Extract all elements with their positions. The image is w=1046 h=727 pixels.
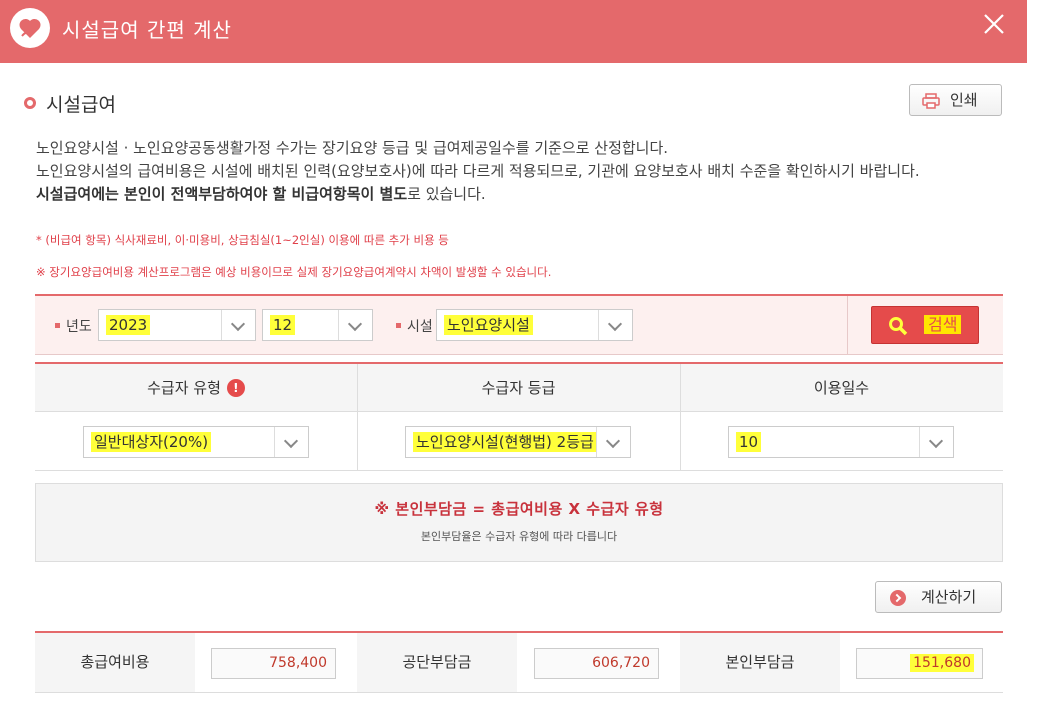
month-select[interactable]: 12	[262, 309, 373, 341]
note-disclaimer: ※ 장기요양급여비용 계산프로그램은 예상 비용이므로 실제 장기요양급여계약시…	[36, 265, 552, 279]
header-recipient-type: 수급자 유형!	[35, 364, 357, 412]
chevron-down-icon	[596, 427, 630, 457]
print-button[interactable]: 인쇄	[909, 84, 1002, 116]
public-value: 606,720	[534, 648, 659, 679]
facility-value: 노인요양시설	[444, 315, 533, 335]
total-label: 총급여비용	[35, 633, 195, 692]
window-title: 시설급여 간편 계산	[62, 18, 232, 42]
divider	[680, 364, 681, 412]
header-days: 이용일수	[813, 379, 870, 397]
chevron-down-icon	[338, 310, 372, 340]
search-button-label: 검색	[924, 315, 962, 334]
chevron-down-icon	[221, 310, 255, 340]
calculate-label: 계산하기	[921, 588, 977, 606]
print-label: 인쇄	[950, 91, 978, 109]
description-line: 노인요양시설 · 노인요양공동생활가정 수가는 장기요양 등급 및 급여제공일수…	[36, 139, 669, 157]
description-line: 노인요양시설의 급여비용은 시설에 배치된 인력(요양보호사)에 따라 다르게 …	[36, 162, 920, 180]
formula-subtext: 본인부담율은 수급자 유형에 따라 다릅니다	[420, 530, 618, 543]
search-button[interactable]: 검색	[871, 306, 979, 344]
bullet-icon	[24, 97, 36, 109]
days-value: 10	[736, 432, 762, 452]
header-text: 수급자 유형	[147, 379, 221, 397]
result-table: 총급여비용 758,400 공단부담금 606,720 본인부담금 151,68…	[35, 631, 1003, 693]
formula-box: ※ 본인부담금 = 총급여비용 X 수급자 유형 본인부담율은 수급자 유형에 …	[35, 483, 1003, 562]
chevron-down-icon	[598, 310, 632, 340]
note-noncovered: * (비급여 항목) 식사재료비, 이·미용비, 상급침실(1~2인실) 이용에…	[36, 233, 449, 247]
title-bar: 시설급여 간편 계산	[0, 0, 1027, 63]
facility-label: 시설	[396, 316, 433, 336]
description: 노인요양시설 · 노인요양공동생활가정 수가는 장기요양 등급 및 급여제공일수…	[36, 137, 1006, 206]
self-label: 본인부담금	[680, 633, 840, 692]
heart-icon	[19, 18, 41, 38]
total-value: 758,400	[211, 648, 336, 679]
divider	[680, 412, 681, 471]
year-label: 년도	[55, 316, 92, 336]
recipient-type-select[interactable]: 일반대상자(20%)	[83, 426, 309, 458]
header-recipient-grade: 수급자 등급	[481, 379, 556, 397]
self-value: 151,680	[856, 648, 983, 679]
section-title-text: 시설급여	[46, 94, 116, 116]
printer-icon	[922, 93, 940, 109]
recipient-grade-select[interactable]: 노인요양시설(현행법) 2등급	[405, 426, 631, 458]
description-rest: 로 있습니다.	[407, 185, 486, 203]
chevron-right-icon	[890, 590, 906, 606]
section-title: 시설급여	[24, 90, 116, 117]
formula-text: ※ 본인부담금 = 총급여비용 X 수급자 유형	[374, 500, 664, 518]
year-value: 2023	[106, 315, 151, 335]
public-label: 공단부담금	[357, 633, 517, 692]
divider	[357, 412, 358, 471]
table-header: 수급자 유형! 수급자 등급 이용일수	[35, 364, 1003, 412]
divider	[357, 364, 358, 412]
table-row: 일반대상자(20%) 노인요양시설(현행법) 2등급 10	[35, 412, 1003, 471]
year-select[interactable]: 2023	[98, 309, 256, 341]
warning-icon[interactable]: !	[226, 379, 245, 397]
chevron-down-icon	[919, 427, 953, 457]
month-value: 12	[270, 315, 296, 335]
close-button[interactable]	[980, 10, 1008, 38]
logo	[10, 8, 50, 48]
recipient-type-value: 일반대상자(20%)	[91, 432, 212, 452]
recipient-grade-value: 노인요양시설(현행법) 2등급	[413, 432, 597, 452]
close-icon	[984, 14, 1004, 34]
divider	[847, 296, 848, 355]
chevron-down-icon	[274, 427, 308, 457]
days-select[interactable]: 10	[728, 426, 954, 458]
facility-select[interactable]: 노인요양시설	[436, 309, 633, 341]
input-table: 수급자 유형! 수급자 등급 이용일수 일반대상자(20%) 노인요양시설(현행…	[35, 362, 1003, 471]
search-panel: 년도 2023 12 시설 노인요양시설 검색	[35, 294, 1003, 355]
self-value-text: 151,680	[910, 654, 974, 672]
scrollbar-area	[1027, 0, 1046, 727]
description-line: 시설급여에는 본인이 전액부담하여야 할 비급여항목이 별도로 있습니다.	[36, 183, 1006, 206]
calculate-button[interactable]: 계산하기	[875, 581, 1002, 613]
search-icon	[889, 317, 908, 336]
description-bold: 시설급여에는 본인이 전액부담하여야 할 비급여항목이 별도	[36, 185, 408, 203]
